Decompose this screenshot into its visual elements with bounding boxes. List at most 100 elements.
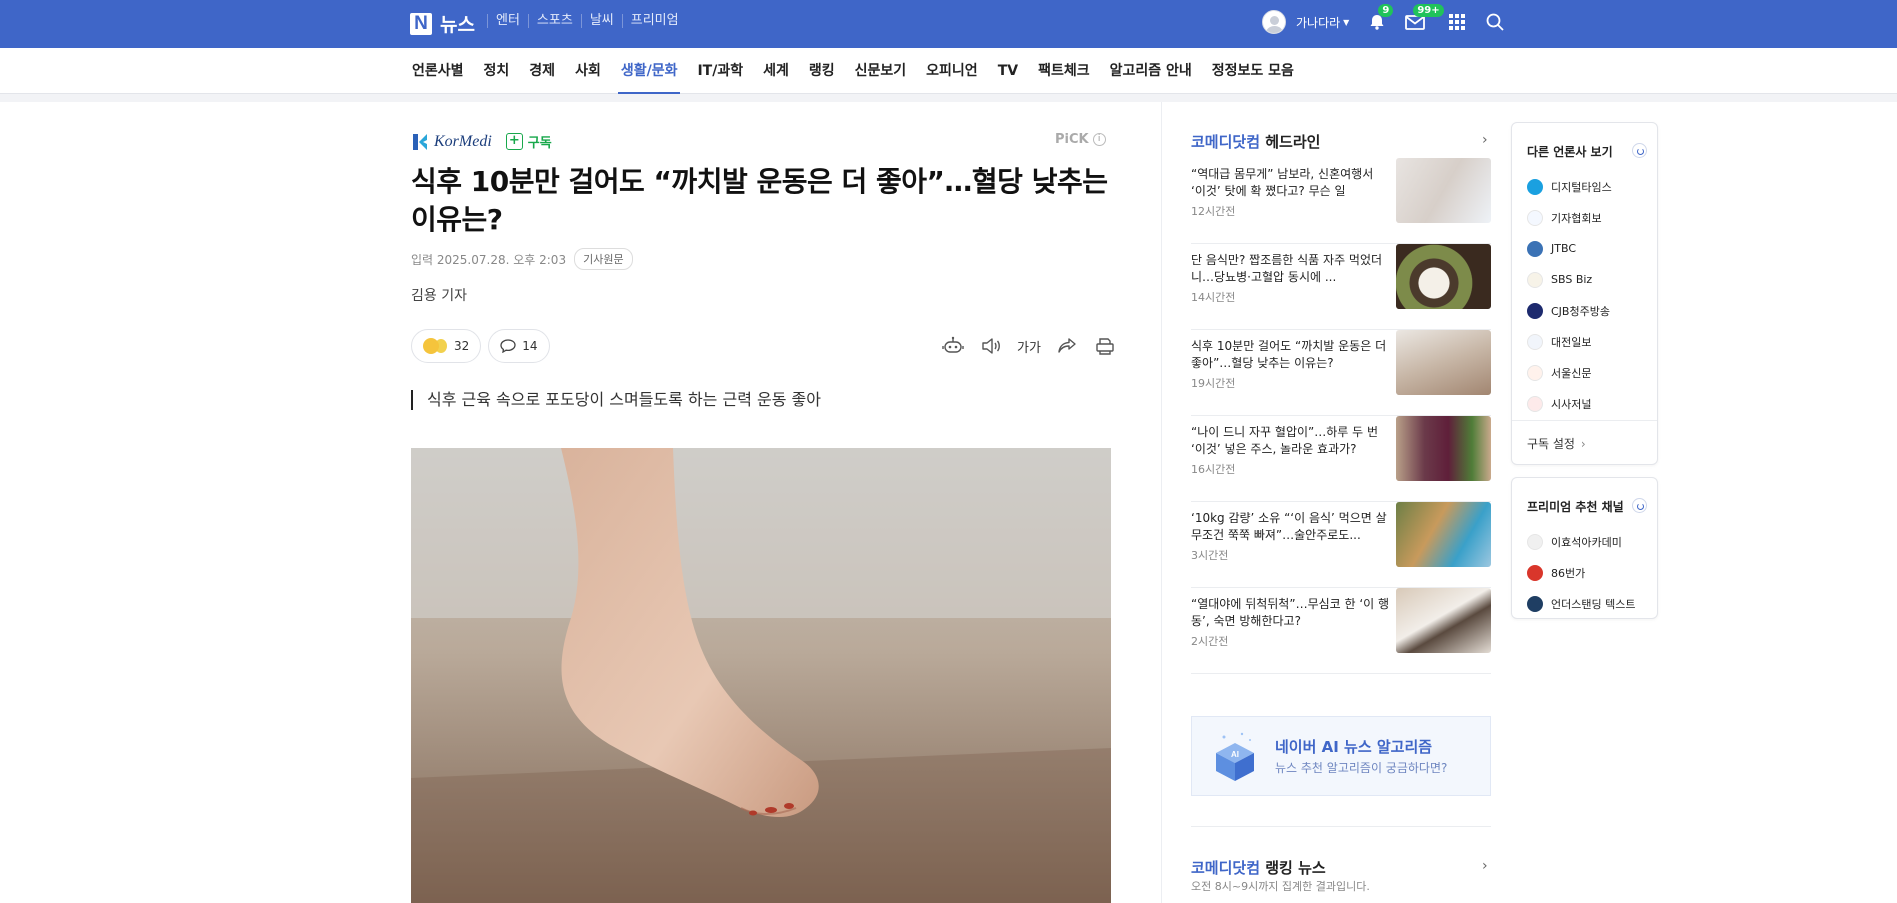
robot-icon <box>942 336 964 353</box>
service-link-sports[interactable]: 스포츠 <box>527 14 581 28</box>
press-item[interactable]: 디지털타임스 <box>1527 171 1612 202</box>
top-bar: N 뉴스 엔터 스포츠 날씨 프리미엄 가나다라 ▼ 9 99+ <box>0 0 1897 48</box>
press-item[interactable]: 대전일보 <box>1527 326 1612 357</box>
press-item[interactable]: 서울신문 <box>1527 357 1612 388</box>
press-logo[interactable]: KorMedi <box>412 133 492 151</box>
press-item[interactable]: JTBC <box>1527 233 1612 264</box>
channel-item[interactable]: 이효석아카데미 <box>1527 526 1635 557</box>
category-opinion[interactable]: 오피니언 <box>926 48 978 94</box>
section-divider <box>1191 826 1491 827</box>
svg-text:AI: AI <box>1231 750 1239 759</box>
other-press-title: 다른 언론사 보기 <box>1527 145 1613 159</box>
channel-logo-icon <box>1527 533 1543 550</box>
service-link-premium[interactable]: 프리미엄 <box>621 14 687 28</box>
category-algorithm[interactable]: 알고리즘 안내 <box>1110 48 1192 94</box>
reaction-count: 32 <box>454 339 470 353</box>
headline-title: “열대야에 뒤척뒤척”…무심코 한 ‘이 행동’, 숙면 방해한다고? <box>1191 597 1390 628</box>
naver-news-logo[interactable]: N 뉴스 <box>410 10 475 37</box>
info-icon[interactable]: i <box>1092 133 1106 146</box>
press-header: KorMedi + 구독 <box>412 132 552 151</box>
refresh-icon[interactable] <box>1632 498 1647 513</box>
list-item[interactable]: “역대급 몸무게” 남보라, 신혼여행서 ‘이것’ 탓에 확 쪘다고? 무슨 일… <box>1191 158 1491 244</box>
naver-logo-mark: N <box>410 12 432 35</box>
article-author: 김용 기자 <box>411 288 467 304</box>
channel-logo-icon <box>1527 595 1543 612</box>
press-item[interactable]: 시사저널 <box>1527 388 1612 419</box>
category-tv[interactable]: TV <box>998 48 1018 94</box>
share-button[interactable] <box>1054 333 1080 359</box>
summary-bot-button[interactable] <box>940 333 966 359</box>
headline-title: “나이 드니 자꾸 혈압이”…하루 두 번 ‘이것’ 넣은 주스, 놀라운 효과… <box>1191 425 1379 456</box>
kormedi-logo-icon <box>413 133 427 150</box>
notification-button[interactable]: 9 <box>1365 4 1394 34</box>
premium-channel-card: 프리미엄 추천 채널 이효석아카데미 86번가 언더스탠딩 텍스트 <box>1511 477 1658 619</box>
subscribe-button[interactable]: + 구독 <box>505 132 552 151</box>
card-divider <box>1512 420 1657 421</box>
channel-item[interactable]: 언더스탠딩 텍스트 <box>1527 588 1635 619</box>
category-it-science[interactable]: IT/과학 <box>697 48 743 94</box>
comment-button[interactable]: 14 <box>488 329 550 363</box>
font-size-button[interactable]: 가가 <box>1016 333 1042 359</box>
services-menu-button[interactable] <box>1445 10 1469 34</box>
category-nav: 언론사별 정치 경제 사회 생활/문화 IT/과학 세계 랭킹 신문보기 오피니… <box>0 48 1897 94</box>
article-photo <box>411 448 1111 903</box>
article-title: 식후 10분만 걸어도 “까치발 운동은 더 좋아”…혈당 낮추는 이유는? <box>411 165 1108 236</box>
print-button[interactable] <box>1092 333 1118 359</box>
category-life-culture[interactable]: 생활/문화 <box>617 48 681 94</box>
category-press[interactable]: 언론사별 <box>412 48 464 94</box>
headline-time: 3시간전 <box>1191 549 1229 562</box>
category-politics[interactable]: 정치 <box>484 48 510 94</box>
press-logo-icon <box>1527 333 1543 350</box>
print-icon <box>1096 338 1114 355</box>
column-divider <box>1161 102 1162 903</box>
ranking-subtitle: 오전 8시~9시까지 집계한 결과입니다. <box>1191 880 1370 893</box>
premium-list: 이효석아카데미 86번가 언더스탠딩 텍스트 <box>1527 526 1635 619</box>
press-item-name: 기자협회보 <box>1551 211 1602 225</box>
press-logo-icon <box>1527 271 1543 288</box>
comment-count: 14 <box>522 339 538 353</box>
reaction-button[interactable]: 32 <box>411 329 482 363</box>
category-society[interactable]: 사회 <box>575 48 601 94</box>
original-article-button[interactable]: 기사원문 <box>574 248 633 270</box>
caret-down-icon[interactable]: ▼ <box>1343 18 1349 27</box>
search-button[interactable] <box>1483 10 1507 34</box>
press-item-name: 디지털타임스 <box>1551 180 1612 194</box>
mail-count-badge: 99+ <box>1413 4 1444 17</box>
refresh-icon[interactable] <box>1632 143 1647 158</box>
category-world[interactable]: 세계 <box>763 48 789 94</box>
username[interactable]: 가나다라 <box>1296 14 1340 31</box>
article-tools: 가가 <box>928 333 1118 359</box>
category-corrections[interactable]: 정정보도 모음 <box>1212 48 1294 94</box>
headline-title: 단 음식만? 짭조름한 식품 자주 먹었더니…당뇨병·고혈압 동시에 ... <box>1191 253 1383 284</box>
mail-button[interactable]: 99+ <box>1403 4 1444 34</box>
list-item[interactable]: 식후 10분만 걸어도 “까치발 운동은 더 좋아”…혈당 낮추는 이유는? 1… <box>1191 330 1491 416</box>
press-item[interactable]: SBS Biz <box>1527 264 1612 295</box>
list-item[interactable]: ‘10kg 감량’ 소유 “‘이 음식’ 먹으면 살 무조건 쭉쭉 빠져”…술안… <box>1191 502 1491 588</box>
text-to-speech-button[interactable] <box>978 333 1004 359</box>
category-factcheck[interactable]: 팩트체크 <box>1038 48 1090 94</box>
list-item[interactable]: “나이 드니 자꾸 혈압이”…하루 두 번 ‘이것’ 넣은 주스, 놀라운 효과… <box>1191 416 1491 502</box>
subscription-settings-link[interactable]: 구독 설정 › <box>1527 435 1586 452</box>
channel-item[interactable]: 86번가 <box>1527 557 1635 588</box>
headline-thumbnail <box>1396 502 1491 567</box>
press-item[interactable]: 기자협회보 <box>1527 202 1612 233</box>
chevron-right-icon[interactable]: › <box>1482 858 1488 874</box>
category-ranking[interactable]: 랭킹 <box>809 48 835 94</box>
headline-section-title[interactable]: 코메디닷컴 헤드라인 <box>1191 131 1320 152</box>
press-logo-icon <box>1527 240 1543 257</box>
ai-algorithm-banner[interactable]: AI 네이버 AI 뉴스 알고리즘 뉴스 추천 알고리즘이 궁금하다면? <box>1191 716 1491 796</box>
service-link-weather[interactable]: 날씨 <box>580 14 622 28</box>
headline-title-suffix: 헤드라인 <box>1265 133 1321 151</box>
category-newspaper[interactable]: 신문보기 <box>855 48 907 94</box>
ranking-section-title[interactable]: 코메디닷컴 랭킹 뉴스 <box>1191 857 1326 878</box>
list-item[interactable]: “열대야에 뒤척뒤척”…무심코 한 ‘이 행동’, 숙면 방해한다고? 2시간전 <box>1191 588 1491 674</box>
chevron-right-icon: › <box>1580 437 1586 451</box>
reaction-bar: 32 14 <box>411 329 557 363</box>
category-economy[interactable]: 경제 <box>529 48 555 94</box>
chevron-right-icon[interactable]: › <box>1482 132 1488 148</box>
press-item[interactable]: CJB청주방송 <box>1527 295 1612 326</box>
headline-thumbnail <box>1396 588 1491 653</box>
service-link-entertainment[interactable]: 엔터 <box>487 14 528 28</box>
avatar[interactable] <box>1262 10 1286 34</box>
list-item[interactable]: 단 음식만? 짭조름한 식품 자주 먹었더니…당뇨병·고혈압 동시에 ... 1… <box>1191 244 1491 330</box>
